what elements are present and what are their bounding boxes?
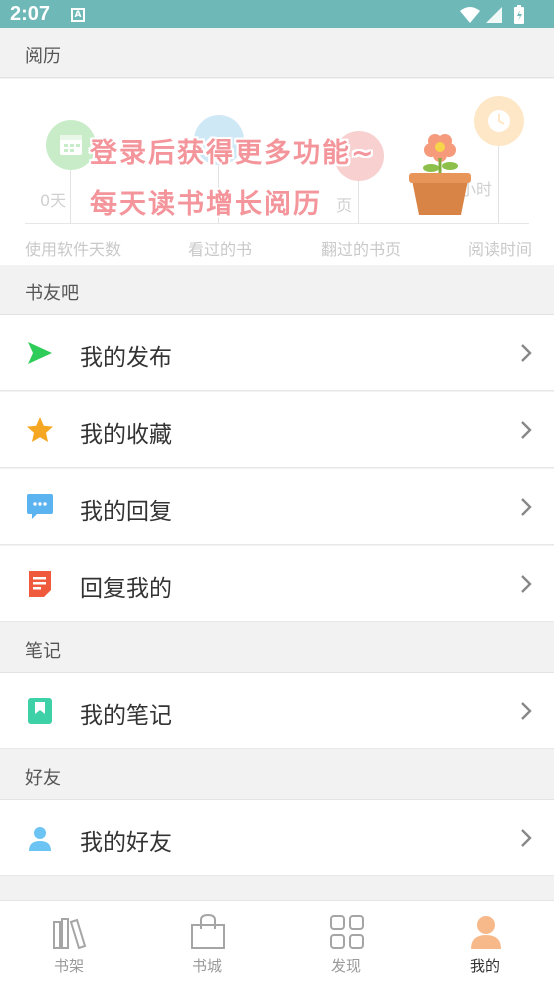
menu-item-label: 我的收藏 — [80, 422, 172, 448]
battery-icon — [514, 5, 524, 24]
menu-item-label: 我的好友 — [80, 830, 172, 856]
wifi-icon — [460, 7, 480, 23]
chevron-right-icon — [521, 421, 532, 439]
label-days-used: 使用软件天数 — [25, 240, 122, 259]
section-title: 阅历 — [25, 46, 61, 67]
section-title: 好友 — [25, 768, 61, 789]
menu-item-replies-to-me[interactable]: 回复我的 — [0, 546, 554, 622]
send-icon — [28, 342, 52, 364]
chevron-right-icon — [521, 829, 532, 847]
tab-discover[interactable]: 发现 — [277, 901, 415, 985]
chevron-right-icon — [521, 575, 532, 593]
menu-item-my-replies[interactable]: 我的回复 — [0, 469, 554, 545]
reading-history-panel[interactable]: 0天 页 小时 使用软件天数 看过的书 翻过的书页 阅读时间 登录后获得更多功能… — [0, 79, 554, 265]
menu-item-my-notes[interactable]: 我的笔记 — [0, 673, 554, 749]
section-header-bookclub: 书友吧 — [0, 265, 554, 315]
days-bubble — [46, 120, 96, 170]
calendar-icon — [60, 135, 82, 155]
tab-label: 书架 — [53, 957, 84, 975]
status-bar: 2:07 A — [0, 0, 554, 28]
stat-pages-value: 页 — [336, 196, 353, 215]
tab-bookshelf[interactable]: 书架 — [0, 901, 138, 985]
section-header-history: 阅历 — [0, 28, 554, 78]
chart-stem — [498, 141, 499, 223]
chevron-right-icon — [521, 344, 532, 362]
time-bubble — [474, 96, 524, 146]
tab-label: 书城 — [191, 957, 222, 975]
menu-item-label: 我的发布 — [80, 345, 172, 371]
section-title: 书友吧 — [25, 283, 79, 304]
menu-item-label: 我的回复 — [80, 499, 172, 525]
document-icon — [29, 571, 51, 597]
chevron-right-icon — [521, 702, 532, 720]
person-icon — [471, 916, 501, 949]
chart-baseline — [25, 223, 529, 224]
login-promo-line2: 每天读书增长阅历 — [90, 189, 322, 220]
label-books-read: 看过的书 — [188, 240, 253, 259]
grid-icon — [330, 915, 364, 949]
menu-item-label: 回复我的 — [80, 576, 172, 602]
signal-icon — [486, 7, 502, 23]
tab-bookstore[interactable]: 书城 — [138, 901, 276, 985]
menu-item-my-favorites[interactable]: 我的收藏 — [0, 392, 554, 468]
system-status-icons — [460, 5, 524, 24]
bookshelf-icon — [53, 918, 87, 950]
chat-bubble-icon — [27, 494, 53, 519]
tab-label: 发现 — [330, 957, 361, 975]
section-header-notes: 笔记 — [0, 623, 554, 673]
tab-label: 我的 — [469, 957, 500, 975]
bottom-tab-bar: 书架 书城 发现 我的 — [0, 900, 554, 985]
stat-days-value: 0天 — [40, 191, 67, 210]
clock-icon — [488, 110, 510, 132]
chevron-right-icon — [521, 498, 532, 516]
tab-me[interactable]: 我的 — [416, 901, 554, 985]
bookmark-note-icon — [28, 698, 52, 724]
menu-item-my-friends[interactable]: 我的好友 — [0, 800, 554, 876]
section-title: 笔记 — [25, 641, 61, 662]
section-header-friends: 好友 — [0, 750, 554, 800]
notification-app-icon: A — [71, 8, 85, 22]
chart-stem — [358, 179, 359, 223]
shopping-bag-icon — [191, 914, 225, 949]
label-reading-time: 阅读时间 — [468, 240, 533, 259]
label-pages-turned: 翻过的书页 — [321, 240, 402, 259]
person-icon — [29, 827, 51, 851]
login-promo-line1: 登录后获得更多功能~ — [90, 138, 376, 169]
flowerpot-icon — [409, 134, 471, 215]
star-icon — [27, 417, 53, 442]
menu-item-my-posts[interactable]: 我的发布 — [0, 315, 554, 391]
menu-item-label: 我的笔记 — [80, 703, 172, 729]
status-time: 2:07 — [10, 3, 51, 25]
